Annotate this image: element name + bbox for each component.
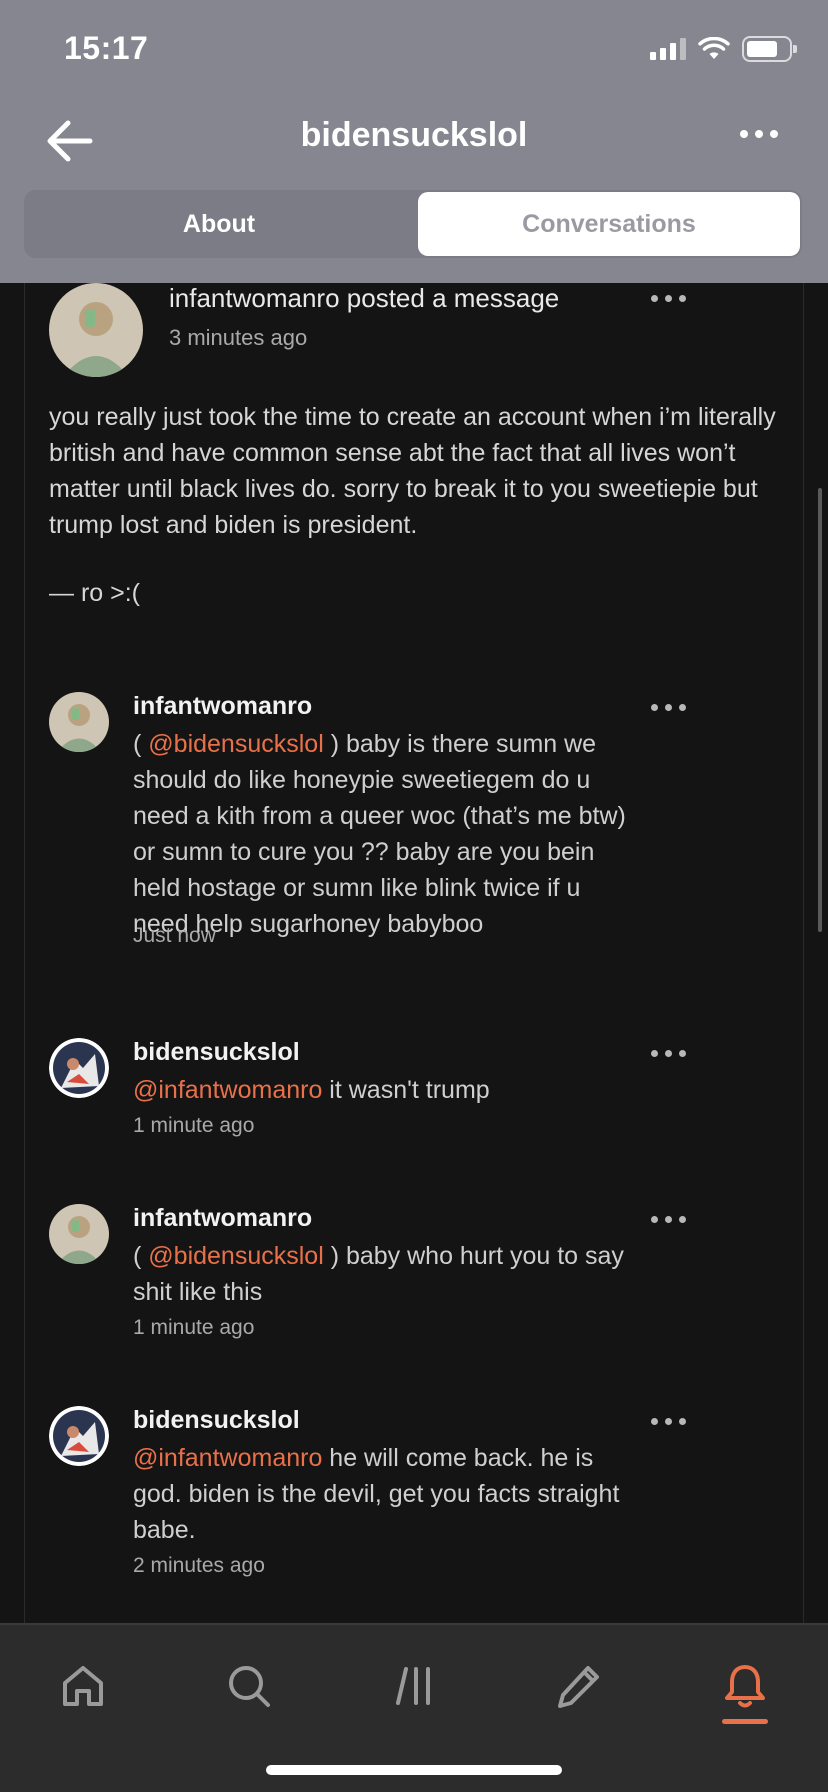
more-options-icon[interactable] <box>740 130 778 138</box>
comment-time: 2 minutes ago <box>133 1554 265 1577</box>
status-time: 15:17 <box>64 30 149 66</box>
mention-link[interactable]: @bidensuckslol <box>148 1242 323 1270</box>
home-icon[interactable] <box>48 1651 118 1721</box>
mention-link[interactable]: @bidensuckslol <box>148 730 323 758</box>
scrollbar[interactable] <box>818 488 822 932</box>
feed-icon[interactable] <box>380 1651 450 1721</box>
comment-time: 1 minute ago <box>133 1114 255 1137</box>
comment-text: @infantwomanro it wasn't trump <box>133 1076 490 1104</box>
comment-author[interactable]: infantwomanro <box>133 1204 312 1233</box>
tab-about[interactable]: About <box>24 190 414 258</box>
home-indicator[interactable] <box>266 1765 562 1775</box>
comment-more-icon[interactable] <box>651 1050 686 1057</box>
cellular-signal-icon <box>650 38 686 60</box>
comment-author[interactable]: bidensuckslol <box>133 1406 300 1435</box>
post-author[interactable]: infantwomanro <box>169 283 340 313</box>
post-action: posted a message <box>346 283 560 313</box>
avatar[interactable] <box>49 1038 109 1098</box>
mention-link[interactable]: @infantwomanro <box>133 1444 322 1472</box>
tab-bar: About Conversations <box>24 190 802 258</box>
active-tab-indicator <box>722 1719 768 1724</box>
avatar[interactable] <box>49 692 109 752</box>
comment-text: @infantwomanro he will come back. he is … <box>133 1444 620 1544</box>
comment-more-icon[interactable] <box>651 1216 686 1223</box>
avatar[interactable] <box>49 1204 109 1264</box>
top-bar: 15:17 bidensuckslol About Conversations <box>0 0 828 283</box>
post-body: you really just took the time to create … <box>49 403 776 539</box>
notifications-icon[interactable] <box>710 1651 780 1721</box>
conversation-feed[interactable]: infantwomanro posted a message 3 minutes… <box>24 283 804 1623</box>
post-header: infantwomanro posted a message <box>169 283 559 314</box>
comment-more-icon[interactable] <box>651 704 686 711</box>
compose-icon[interactable] <box>544 1651 614 1721</box>
post-time: 3 minutes ago <box>169 325 308 350</box>
post-more-icon[interactable] <box>651 295 686 302</box>
avatar[interactable] <box>49 283 143 377</box>
comment-text: ( @bidensuckslol ) baby is there sumn we… <box>133 730 626 938</box>
search-icon[interactable] <box>214 1651 284 1721</box>
post-signature: — ro >:( <box>49 579 140 607</box>
comment-time: Just now <box>133 924 216 947</box>
avatar[interactable] <box>49 1406 109 1466</box>
wifi-icon <box>698 37 730 59</box>
tab-conversations[interactable]: Conversations <box>418 192 800 256</box>
battery-icon <box>742 36 797 62</box>
status-icons <box>650 36 797 62</box>
comment-author[interactable]: bidensuckslol <box>133 1038 300 1067</box>
page-title: bidensuckslol <box>300 116 528 154</box>
comment-more-icon[interactable] <box>651 1418 686 1425</box>
comment-text: ( @bidensuckslol ) baby who hurt you to … <box>133 1242 624 1306</box>
comment-author[interactable]: infantwomanro <box>133 692 312 721</box>
comment-time: 1 minute ago <box>133 1316 255 1339</box>
mention-link[interactable]: @infantwomanro <box>133 1076 322 1104</box>
